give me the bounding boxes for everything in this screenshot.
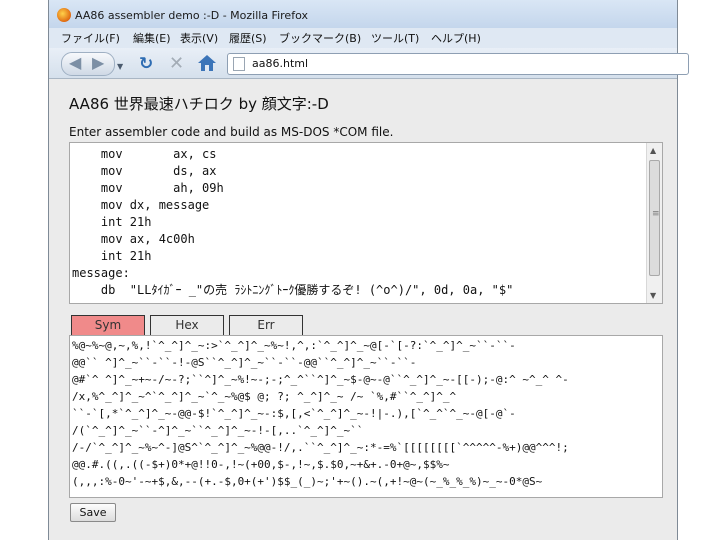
output-panel: %@~%~@,~,%,!`^_^]^_~:>`^_^]^_~%~!,^,:`^_… bbox=[69, 335, 663, 498]
output-line: (,,,:%-0~'-~+$,&,--(+.-$,0+(+')$$_(_)~;'… bbox=[72, 475, 543, 488]
tab-err[interactable]: Err bbox=[229, 315, 303, 335]
code-editor[interactable]: mov ax, cs mov ds, ax mov ah, 09h mov dx… bbox=[69, 142, 663, 304]
tab-sym[interactable]: Sym bbox=[71, 315, 145, 335]
url-text: aa86.html bbox=[252, 57, 309, 70]
menu-bar: ファイル(F) 編集(E) 表示(V) 履歴(S) ブックマーク(B) ツール(T) ヘルプ… bbox=[49, 28, 677, 48]
window-title: AA86 assembler demo :-D - Mozilla Firefo… bbox=[75, 9, 308, 22]
output-line: ``-`[,*`^_^]^_~-@@-$!`^_^]^_~-:$,[,<`^_^… bbox=[72, 407, 516, 420]
title-bar: AA86 assembler demo :-D - Mozilla Firefo… bbox=[49, 0, 677, 28]
output-line: @@`` ^]^_~``-``-!-@S``^_^]^_~``-``-@@``^… bbox=[72, 356, 417, 369]
output-line: /-/`^_^]^_~%~^-]@S^`^_^]^_~%@@-!/,.``^_^… bbox=[72, 441, 569, 454]
history-dropdown-icon[interactable]: ▼ bbox=[117, 62, 123, 71]
menu-item[interactable]: 編集(E) bbox=[133, 30, 171, 46]
editor-scrollbar[interactable]: ▲ ≡ ▼ bbox=[646, 143, 662, 303]
instructions-text: Enter assembler code and build as MS-DOS… bbox=[69, 125, 394, 139]
grip-icon: ≡ bbox=[652, 209, 660, 219]
page-content: AA86 世界最速ハチロク by 顔文字:-D Enter assembler … bbox=[49, 79, 677, 540]
stop-icon[interactable]: ✕ bbox=[169, 53, 184, 74]
code-text[interactable]: mov ax, cs mov ds, ax mov ah, 09h mov dx… bbox=[72, 146, 513, 299]
output-line: @#`^ ^]^_~+~-/~-?;``^]^_~%!~-;-;^_^``^]^… bbox=[72, 373, 569, 386]
scroll-down-icon[interactable]: ▼ bbox=[650, 291, 656, 300]
output-line: @@.#.((,.((-$+)0*+@!!0-,!~(+00,$-,!~,$.$… bbox=[72, 458, 450, 471]
forward-icon[interactable]: ▶ bbox=[92, 55, 104, 71]
menu-item[interactable]: 履歴(S) bbox=[229, 30, 267, 46]
output-line: /(`^_^]^_~``-^]^_~``^_^]^_~-!-[,..`^_^]^… bbox=[72, 424, 364, 437]
firefox-icon bbox=[57, 8, 71, 22]
menu-item[interactable]: ファイル(F) bbox=[61, 30, 120, 46]
back-icon[interactable]: ◀ bbox=[69, 55, 81, 71]
scroll-up-icon[interactable]: ▲ bbox=[650, 146, 656, 155]
back-forward-group: ◀ ▶ bbox=[61, 52, 115, 76]
menu-item[interactable]: ツール(T) bbox=[371, 30, 419, 46]
menu-item[interactable]: ブックマーク(B) bbox=[279, 30, 361, 46]
output-line: /x,%^_^]^_~^`^_^]^_~`^_~%@$ @; ?; ^_^]^_… bbox=[72, 390, 457, 403]
page-icon bbox=[233, 57, 245, 71]
output-line: %@~%~@,~,%,!`^_^]^_~:>`^_^]^_~%~!,^,:`^_… bbox=[72, 339, 516, 352]
tab-hex[interactable]: Hex bbox=[150, 315, 224, 335]
scroll-thumb[interactable]: ≡ bbox=[649, 160, 660, 276]
reload-icon[interactable]: ↻ bbox=[139, 54, 153, 74]
menu-item[interactable]: 表示(V) bbox=[180, 30, 218, 46]
page-title: AA86 世界最速ハチロク by 顔文字:-D bbox=[69, 95, 329, 113]
navigation-toolbar: ◀ ▶ ▼ ↻ ✕ aa86.html bbox=[49, 48, 689, 79]
home-icon[interactable] bbox=[197, 54, 217, 72]
address-bar[interactable]: aa86.html bbox=[227, 53, 689, 75]
save-button[interactable]: Save bbox=[70, 503, 116, 522]
browser-window: AA86 assembler demo :-D - Mozilla Firefo… bbox=[48, 0, 689, 540]
menu-item[interactable]: ヘルプ(H) bbox=[431, 30, 481, 46]
